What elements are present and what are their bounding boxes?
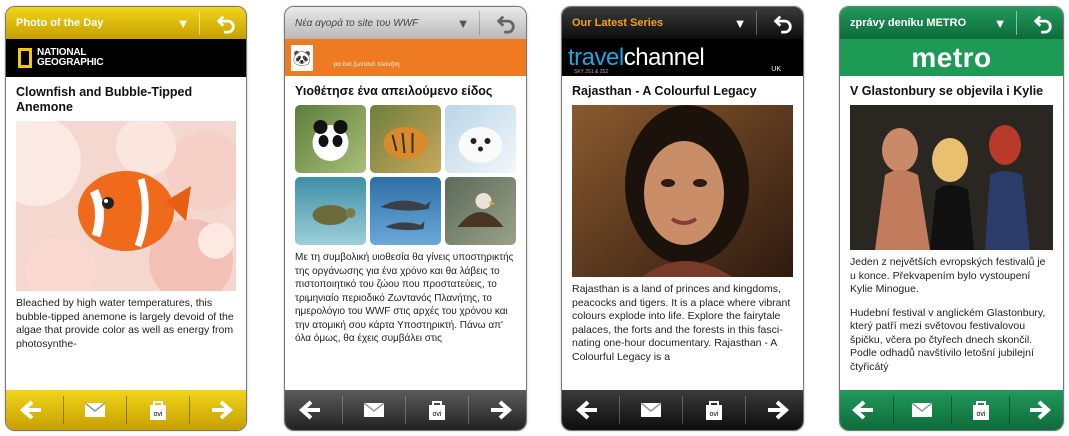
brand-line2: GEOGRAPHIC [37,57,104,68]
divider [199,11,200,35]
brand-tagline: για ένα ζωντανό πλανήτη [333,61,400,68]
mail-icon[interactable] [75,393,115,427]
mail-icon[interactable] [631,393,671,427]
back-icon[interactable] [486,7,526,39]
woman-portrait-image [572,105,793,277]
tiger-photo[interactable] [370,105,441,173]
mail-icon[interactable] [354,393,394,427]
brand-banner: 🐼 για ένα ζωντανό πλανήτη [285,39,526,76]
top-bar: Νέα αγορά το site του WWF ▼ [285,7,526,39]
ovi-store-icon[interactable]: ovi [694,393,734,427]
bottom-toolbar: ovi [562,390,803,430]
seal-photo[interactable] [445,105,516,173]
svg-text:ovi: ovi [710,411,719,418]
feed-title[interactable]: Our Latest Series [562,17,730,29]
travelchannel-logo: travelchannel [568,43,705,71]
phone-screen-travelchannel: Our Latest Series ▼ travelchannel UK SKY… [561,6,804,431]
bottom-toolbar: ovi [840,390,1063,430]
article-photo[interactable] [850,105,1053,250]
article-photo[interactable] [572,105,793,277]
metro-logo: metro [911,41,992,73]
mail-icon[interactable] [902,393,942,427]
right-arrow-icon[interactable] [757,393,797,427]
back-icon[interactable] [763,7,803,39]
brand-banner: travelchannel UK SKY 251 & 252 [562,39,803,76]
chevron-down-icon[interactable]: ▼ [990,16,1010,31]
svg-text:ovi: ovi [153,411,162,418]
top-bar: Our Latest Series ▼ [562,7,803,39]
phone-screen-natgeo: Photo of the Day ▼ NATIONAL GEOGRAPHIC C… [5,6,247,431]
article-content[interactable]: V Glastonbury se objevila i Kylie Jeden … [840,76,1063,390]
chevron-down-icon[interactable]: ▼ [173,16,193,31]
concert-image [850,105,1053,250]
left-arrow-icon[interactable] [12,393,52,427]
article-photo[interactable] [16,121,236,291]
bottom-toolbar: ovi [285,390,526,430]
bottom-toolbar: ovi [6,390,246,430]
back-icon[interactable] [1023,7,1063,39]
left-arrow-icon[interactable] [291,393,331,427]
eagle-photo[interactable] [445,177,516,245]
natgeo-logo: NATIONAL GEOGRAPHIC [18,48,104,68]
ovi-store-icon[interactable]: ovi [961,393,1001,427]
article-headline[interactable]: V Glastonbury se objevila i Kylie [850,84,1053,99]
left-arrow-icon[interactable] [844,393,884,427]
brand-region: UK [771,66,781,73]
divider [1016,11,1017,35]
article-headline[interactable]: Clownfish and Bubble-Tipped Anemone [16,85,236,115]
article-body: Με τη συμβολική υιοθεσία θα γίνεις υποστ… [295,252,514,344]
animal-grid [295,105,516,245]
article-body: Bleached by high water temperatures, thi… [16,297,234,350]
article-lead: Jeden z největších evropských festivalů … [850,256,1046,295]
clownfish-image [16,121,236,291]
wwf-panda-logo: 🐼 [291,44,313,71]
top-bar: Photo of the Day ▼ [6,7,246,39]
article-body: Hudební festival v anglickém Glastonbury… [850,306,1046,373]
chevron-down-icon[interactable]: ▼ [453,16,473,31]
feed-title[interactable]: zprávy deníku METRO [840,17,990,29]
brand-banner: metro [840,39,1063,76]
svg-text:ovi: ovi [976,411,985,418]
article-content[interactable]: Υιοθέτησε ένα απειλούμενο είδος Με τη συ… [285,76,526,390]
article-content[interactable]: Clownfish and Bubble-Tipped Anemone Blea… [6,77,246,390]
ovi-store-icon[interactable]: ovi [138,393,178,427]
article-headline[interactable]: Rajasthan - A Colourful Legacy [572,84,793,99]
ovi-store-icon[interactable]: ovi [417,393,457,427]
divider [479,11,480,35]
dolphin-photo[interactable] [370,177,441,245]
turtle-photo[interactable] [295,177,366,245]
right-arrow-icon[interactable] [201,393,241,427]
article-body: Rajasthan is a land of princes and kingd… [572,283,791,363]
right-arrow-icon[interactable] [1019,393,1059,427]
article-content[interactable]: Rajasthan - A Colourful Legacy Rajasthan… [562,76,803,390]
divider [756,11,757,35]
chevron-down-icon[interactable]: ▼ [730,16,750,31]
top-bar: zprávy deníku METRO ▼ [840,7,1063,39]
phone-screen-wwf: Νέα αγορά το site του WWF ▼ 🐼 για ένα ζω… [284,6,527,431]
brand-channel-number: SKY 251 & 252 [574,69,609,75]
right-arrow-icon[interactable] [480,393,520,427]
feed-title[interactable]: Photo of the Day [6,17,173,29]
panda-photo[interactable] [295,105,366,173]
phone-screen-metro: zprávy deníku METRO ▼ metro V Glastonbur… [839,6,1064,431]
left-arrow-icon[interactable] [568,393,608,427]
svg-text:ovi: ovi [433,411,442,418]
back-icon[interactable] [206,7,246,39]
feed-title[interactable]: Νέα αγορά το site του WWF [285,18,453,29]
brand-banner: NATIONAL GEOGRAPHIC [6,39,246,77]
article-headline[interactable]: Υιοθέτησε ένα απειλούμενο είδος [295,84,516,99]
yellow-frame-icon [18,48,32,68]
